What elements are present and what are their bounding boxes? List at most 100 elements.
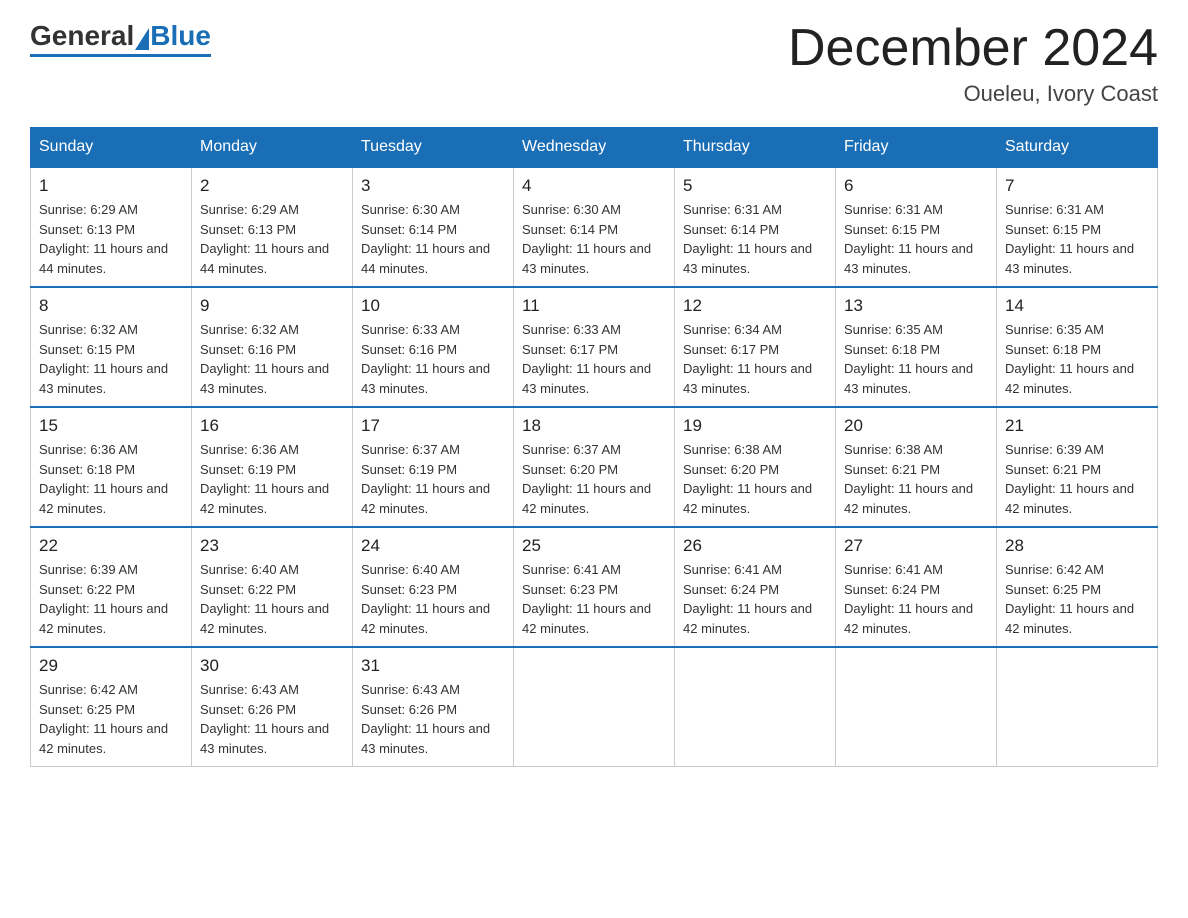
calendar-week-3: 15 Sunrise: 6:36 AMSunset: 6:18 PMDaylig… bbox=[31, 407, 1158, 527]
weekday-header-monday: Monday bbox=[192, 128, 353, 168]
calendar-cell: 7 Sunrise: 6:31 AMSunset: 6:15 PMDayligh… bbox=[997, 167, 1158, 287]
calendar-cell: 27 Sunrise: 6:41 AMSunset: 6:24 PMDaylig… bbox=[836, 527, 997, 647]
calendar-cell: 19 Sunrise: 6:38 AMSunset: 6:20 PMDaylig… bbox=[675, 407, 836, 527]
day-number: 13 bbox=[844, 296, 988, 316]
day-number: 22 bbox=[39, 536, 183, 556]
day-info: Sunrise: 6:39 AMSunset: 6:22 PMDaylight:… bbox=[39, 560, 183, 638]
calendar-week-1: 1 Sunrise: 6:29 AMSunset: 6:13 PMDayligh… bbox=[31, 167, 1158, 287]
day-info: Sunrise: 6:43 AMSunset: 6:26 PMDaylight:… bbox=[361, 680, 505, 758]
day-info: Sunrise: 6:36 AMSunset: 6:18 PMDaylight:… bbox=[39, 440, 183, 518]
day-info: Sunrise: 6:41 AMSunset: 6:23 PMDaylight:… bbox=[522, 560, 666, 638]
calendar-cell: 31 Sunrise: 6:43 AMSunset: 6:26 PMDaylig… bbox=[353, 647, 514, 767]
page-header: General Blue December 2024 Oueleu, Ivory… bbox=[30, 20, 1158, 107]
calendar-cell bbox=[514, 647, 675, 767]
day-number: 19 bbox=[683, 416, 827, 436]
logo-text: General Blue bbox=[30, 20, 211, 52]
calendar-cell bbox=[997, 647, 1158, 767]
day-number: 15 bbox=[39, 416, 183, 436]
day-number: 25 bbox=[522, 536, 666, 556]
location: Oueleu, Ivory Coast bbox=[788, 81, 1158, 107]
calendar-cell: 23 Sunrise: 6:40 AMSunset: 6:22 PMDaylig… bbox=[192, 527, 353, 647]
weekday-header-saturday: Saturday bbox=[997, 128, 1158, 168]
calendar-cell: 24 Sunrise: 6:40 AMSunset: 6:23 PMDaylig… bbox=[353, 527, 514, 647]
calendar-cell: 18 Sunrise: 6:37 AMSunset: 6:20 PMDaylig… bbox=[514, 407, 675, 527]
calendar-week-5: 29 Sunrise: 6:42 AMSunset: 6:25 PMDaylig… bbox=[31, 647, 1158, 767]
calendar-cell: 16 Sunrise: 6:36 AMSunset: 6:19 PMDaylig… bbox=[192, 407, 353, 527]
weekday-header-friday: Friday bbox=[836, 128, 997, 168]
calendar-cell: 1 Sunrise: 6:29 AMSunset: 6:13 PMDayligh… bbox=[31, 167, 192, 287]
day-number: 11 bbox=[522, 296, 666, 316]
day-number: 10 bbox=[361, 296, 505, 316]
day-info: Sunrise: 6:31 AMSunset: 6:15 PMDaylight:… bbox=[1005, 200, 1149, 278]
day-info: Sunrise: 6:36 AMSunset: 6:19 PMDaylight:… bbox=[200, 440, 344, 518]
day-number: 5 bbox=[683, 176, 827, 196]
day-number: 29 bbox=[39, 656, 183, 676]
day-info: Sunrise: 6:38 AMSunset: 6:20 PMDaylight:… bbox=[683, 440, 827, 518]
calendar-cell: 10 Sunrise: 6:33 AMSunset: 6:16 PMDaylig… bbox=[353, 287, 514, 407]
day-number: 24 bbox=[361, 536, 505, 556]
calendar-cell: 25 Sunrise: 6:41 AMSunset: 6:23 PMDaylig… bbox=[514, 527, 675, 647]
day-info: Sunrise: 6:33 AMSunset: 6:16 PMDaylight:… bbox=[361, 320, 505, 398]
month-title: December 2024 bbox=[788, 20, 1158, 77]
calendar-cell: 8 Sunrise: 6:32 AMSunset: 6:15 PMDayligh… bbox=[31, 287, 192, 407]
day-number: 9 bbox=[200, 296, 344, 316]
day-info: Sunrise: 6:37 AMSunset: 6:20 PMDaylight:… bbox=[522, 440, 666, 518]
calendar-cell bbox=[836, 647, 997, 767]
day-info: Sunrise: 6:30 AMSunset: 6:14 PMDaylight:… bbox=[361, 200, 505, 278]
day-info: Sunrise: 6:32 AMSunset: 6:15 PMDaylight:… bbox=[39, 320, 183, 398]
calendar-cell: 6 Sunrise: 6:31 AMSunset: 6:15 PMDayligh… bbox=[836, 167, 997, 287]
day-info: Sunrise: 6:41 AMSunset: 6:24 PMDaylight:… bbox=[844, 560, 988, 638]
logo-blue-text: Blue bbox=[150, 20, 211, 52]
day-number: 6 bbox=[844, 176, 988, 196]
logo-underline bbox=[30, 54, 211, 57]
weekday-header-wednesday: Wednesday bbox=[514, 128, 675, 168]
calendar-cell: 14 Sunrise: 6:35 AMSunset: 6:18 PMDaylig… bbox=[997, 287, 1158, 407]
day-info: Sunrise: 6:41 AMSunset: 6:24 PMDaylight:… bbox=[683, 560, 827, 638]
day-number: 14 bbox=[1005, 296, 1149, 316]
day-number: 7 bbox=[1005, 176, 1149, 196]
day-number: 1 bbox=[39, 176, 183, 196]
weekday-header-row: SundayMondayTuesdayWednesdayThursdayFrid… bbox=[31, 128, 1158, 168]
calendar-cell: 3 Sunrise: 6:30 AMSunset: 6:14 PMDayligh… bbox=[353, 167, 514, 287]
day-number: 27 bbox=[844, 536, 988, 556]
logo: General Blue bbox=[30, 20, 211, 57]
day-info: Sunrise: 6:29 AMSunset: 6:13 PMDaylight:… bbox=[200, 200, 344, 278]
calendar-cell: 22 Sunrise: 6:39 AMSunset: 6:22 PMDaylig… bbox=[31, 527, 192, 647]
calendar-cell: 13 Sunrise: 6:35 AMSunset: 6:18 PMDaylig… bbox=[836, 287, 997, 407]
day-number: 30 bbox=[200, 656, 344, 676]
weekday-header-tuesday: Tuesday bbox=[353, 128, 514, 168]
calendar-cell: 5 Sunrise: 6:31 AMSunset: 6:14 PMDayligh… bbox=[675, 167, 836, 287]
calendar-cell: 2 Sunrise: 6:29 AMSunset: 6:13 PMDayligh… bbox=[192, 167, 353, 287]
day-number: 23 bbox=[200, 536, 344, 556]
day-info: Sunrise: 6:31 AMSunset: 6:14 PMDaylight:… bbox=[683, 200, 827, 278]
day-info: Sunrise: 6:40 AMSunset: 6:22 PMDaylight:… bbox=[200, 560, 344, 638]
day-info: Sunrise: 6:40 AMSunset: 6:23 PMDaylight:… bbox=[361, 560, 505, 638]
calendar-cell: 11 Sunrise: 6:33 AMSunset: 6:17 PMDaylig… bbox=[514, 287, 675, 407]
logo-triangle-icon bbox=[135, 28, 149, 50]
day-info: Sunrise: 6:31 AMSunset: 6:15 PMDaylight:… bbox=[844, 200, 988, 278]
day-number: 31 bbox=[361, 656, 505, 676]
day-info: Sunrise: 6:33 AMSunset: 6:17 PMDaylight:… bbox=[522, 320, 666, 398]
day-number: 17 bbox=[361, 416, 505, 436]
calendar-cell: 17 Sunrise: 6:37 AMSunset: 6:19 PMDaylig… bbox=[353, 407, 514, 527]
calendar-cell: 9 Sunrise: 6:32 AMSunset: 6:16 PMDayligh… bbox=[192, 287, 353, 407]
day-number: 16 bbox=[200, 416, 344, 436]
day-number: 21 bbox=[1005, 416, 1149, 436]
day-info: Sunrise: 6:43 AMSunset: 6:26 PMDaylight:… bbox=[200, 680, 344, 758]
day-info: Sunrise: 6:38 AMSunset: 6:21 PMDaylight:… bbox=[844, 440, 988, 518]
day-info: Sunrise: 6:37 AMSunset: 6:19 PMDaylight:… bbox=[361, 440, 505, 518]
day-info: Sunrise: 6:34 AMSunset: 6:17 PMDaylight:… bbox=[683, 320, 827, 398]
day-number: 2 bbox=[200, 176, 344, 196]
day-number: 3 bbox=[361, 176, 505, 196]
day-number: 28 bbox=[1005, 536, 1149, 556]
day-number: 26 bbox=[683, 536, 827, 556]
day-number: 20 bbox=[844, 416, 988, 436]
day-number: 4 bbox=[522, 176, 666, 196]
title-block: December 2024 Oueleu, Ivory Coast bbox=[788, 20, 1158, 107]
day-number: 12 bbox=[683, 296, 827, 316]
calendar-cell: 15 Sunrise: 6:36 AMSunset: 6:18 PMDaylig… bbox=[31, 407, 192, 527]
calendar-cell: 26 Sunrise: 6:41 AMSunset: 6:24 PMDaylig… bbox=[675, 527, 836, 647]
calendar-week-2: 8 Sunrise: 6:32 AMSunset: 6:15 PMDayligh… bbox=[31, 287, 1158, 407]
calendar-cell: 20 Sunrise: 6:38 AMSunset: 6:21 PMDaylig… bbox=[836, 407, 997, 527]
day-info: Sunrise: 6:42 AMSunset: 6:25 PMDaylight:… bbox=[1005, 560, 1149, 638]
